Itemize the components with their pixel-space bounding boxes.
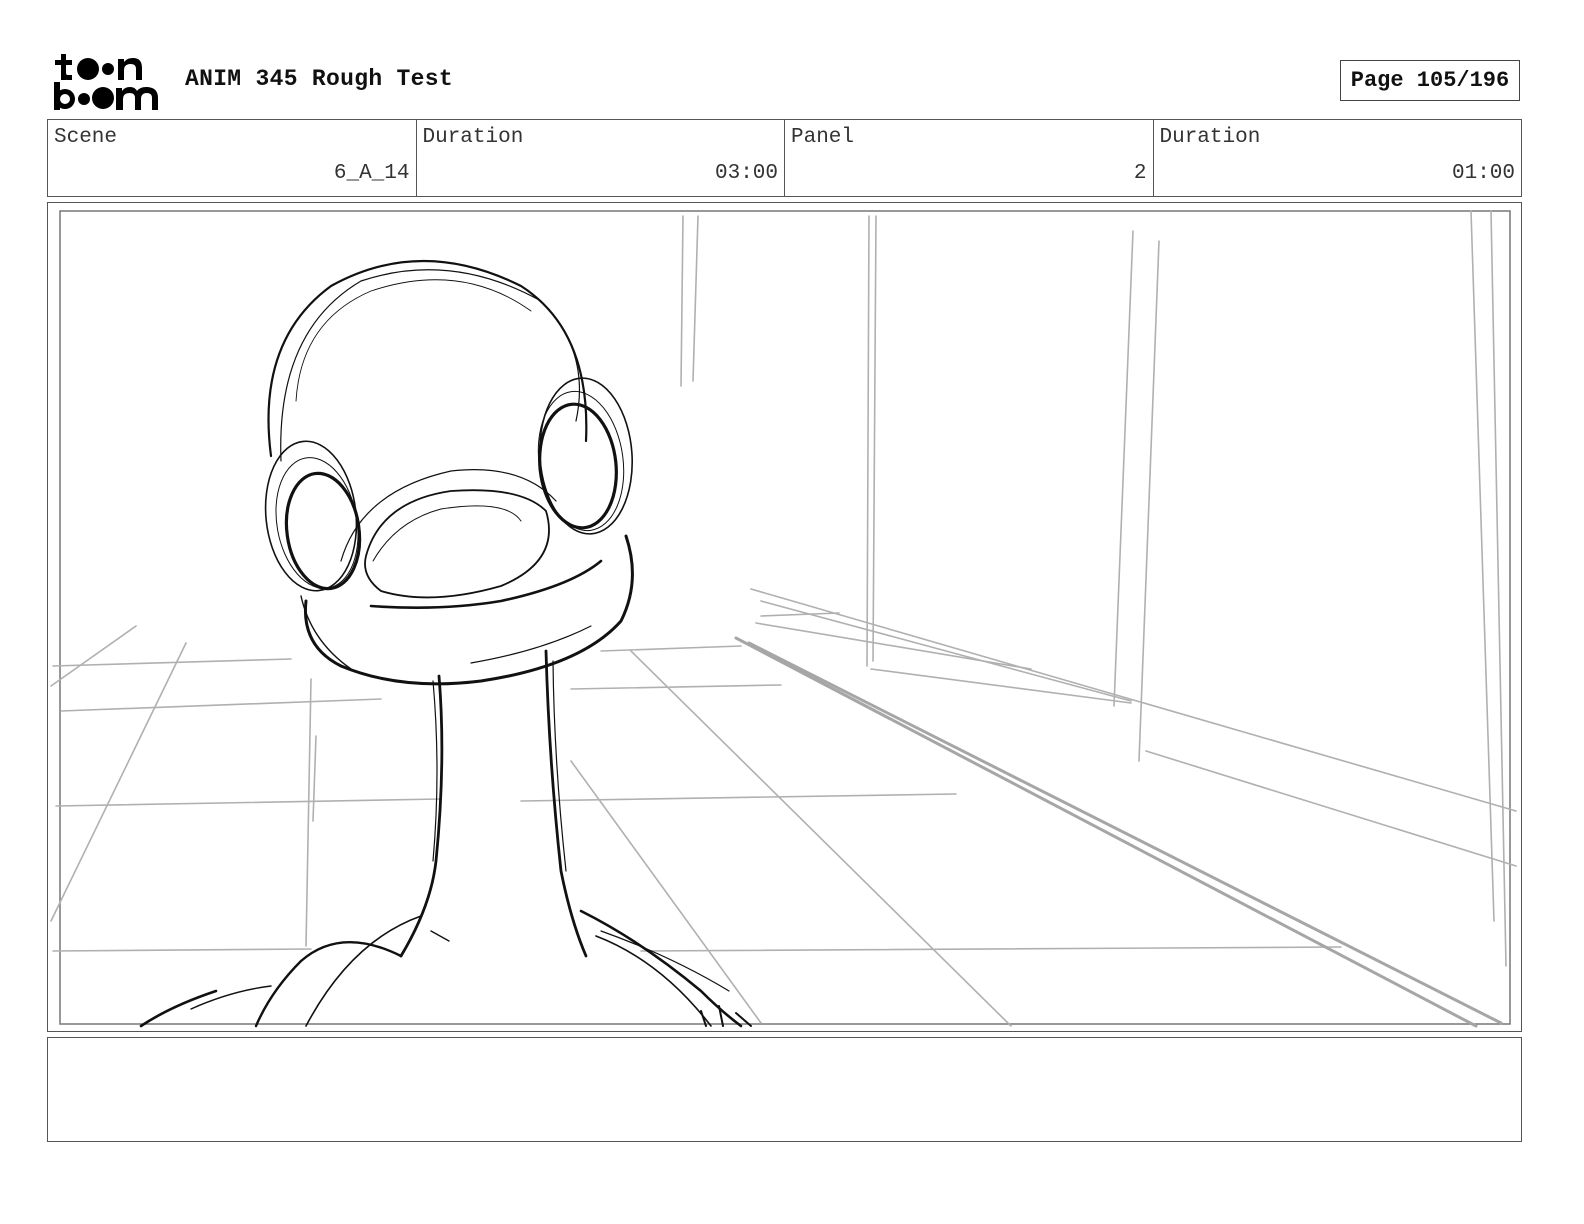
page-number: Page 105/196 [1340, 60, 1520, 101]
scene-duration-label: Duration [422, 126, 524, 149]
safe-frame [59, 210, 1511, 1025]
scene-label: Scene [54, 126, 118, 149]
panel-sketch [50, 210, 1517, 1028]
panel-duration-value: 01:00 [1451, 162, 1515, 185]
storyboard-panel [47, 202, 1522, 1032]
background-sketch [50, 210, 1517, 1027]
character-sketch [139, 260, 752, 1028]
scene-duration-cell: Duration 03:00 [417, 120, 785, 196]
panel-notes-box [47, 1037, 1522, 1142]
scene-value: 6_A_14 [333, 162, 410, 185]
panel-duration-cell: Duration 01:00 [1154, 120, 1522, 196]
scene-info-table: Scene 6_A_14 Duration 03:00 Panel 2 Dura… [47, 119, 1522, 197]
panel-duration-label: Duration [1159, 126, 1261, 149]
scene-cell: Scene 6_A_14 [48, 120, 417, 196]
scene-duration-value: 03:00 [714, 162, 778, 185]
panel-value: 2 [1133, 162, 1147, 185]
panel-label: Panel [791, 126, 855, 149]
project-title: ANIM 345 Rough Test [185, 66, 453, 92]
panel-cell: Panel 2 [785, 120, 1154, 196]
toon-boom-logo [54, 54, 158, 110]
